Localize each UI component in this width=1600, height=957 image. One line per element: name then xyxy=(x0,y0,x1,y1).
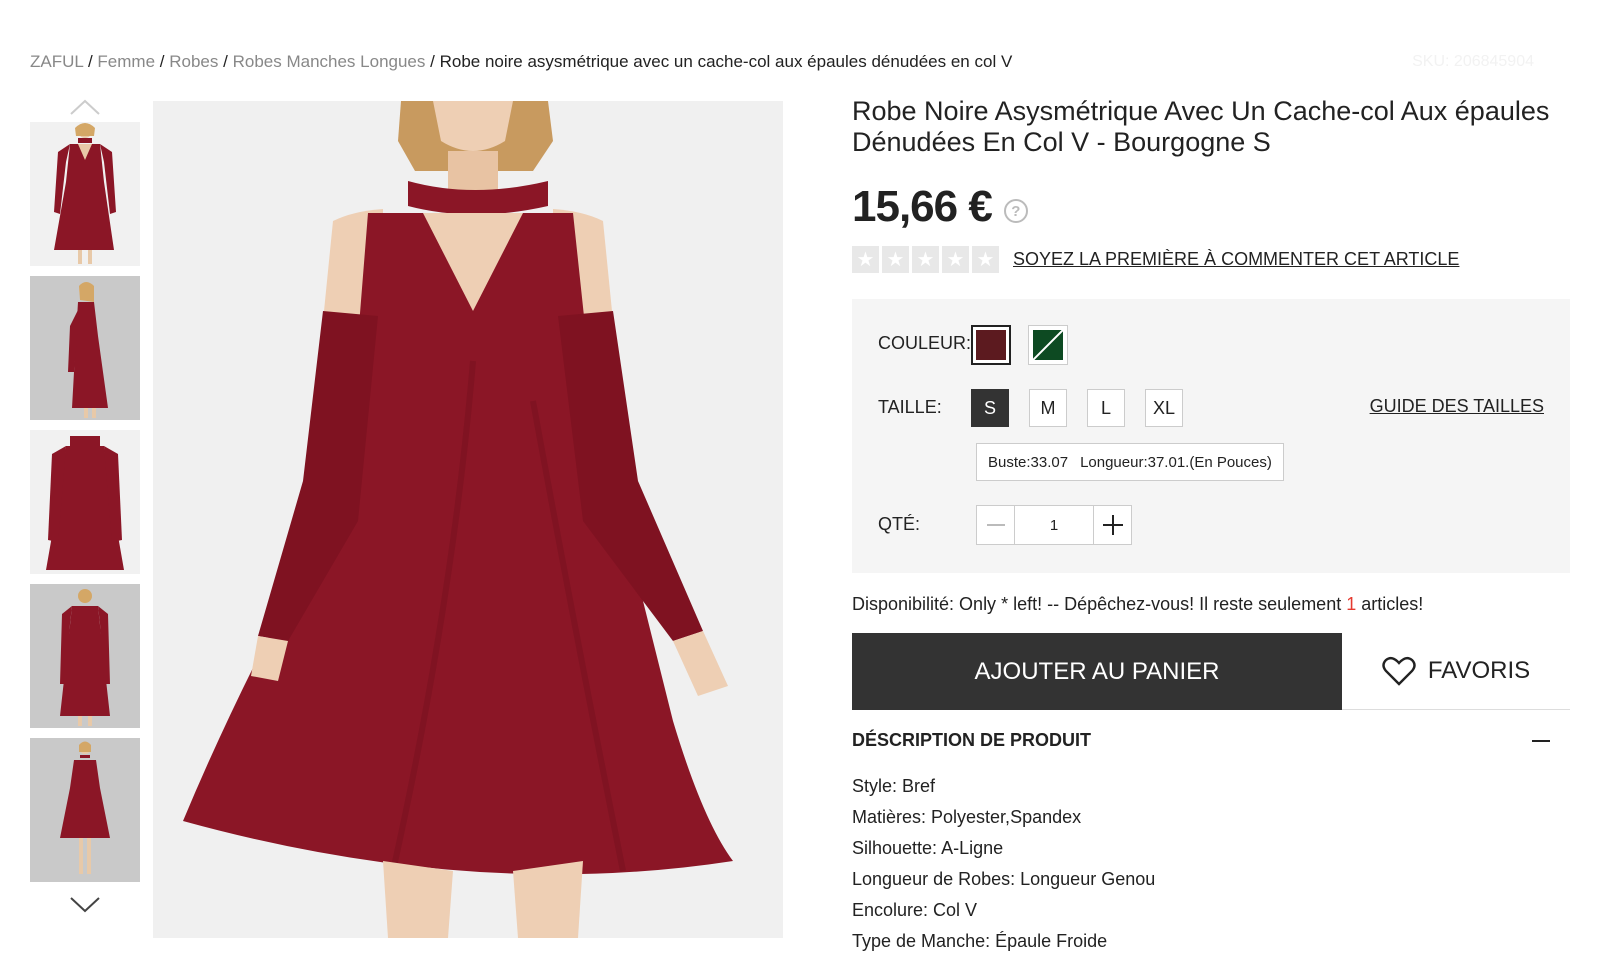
star-icon: ★ xyxy=(852,246,879,273)
sku-label: SKU: 206845904 xyxy=(1412,53,1534,70)
heart-icon xyxy=(1382,656,1416,686)
description-title: DÉSCRIPTION DE PRODUIT xyxy=(852,730,1092,750)
product-price: 15,66 € xyxy=(852,182,993,231)
breadcrumb-separator: / xyxy=(430,52,435,71)
add-to-cart-button[interactable]: AJOUTER AU PANIER xyxy=(852,633,1342,710)
color-swatch-fill xyxy=(976,330,1006,360)
star-icon: ★ xyxy=(972,246,999,273)
question-circle-icon[interactable]: ? xyxy=(1003,199,1028,223)
product-options-panel: COULEUR: TAILLE: S M L XL GUIDE DES TAIL… xyxy=(852,299,1570,573)
size-measurements: Buste:33.07 Longueur:37.01.(En Pouces) xyxy=(976,443,1284,481)
quantity-label: QTÉ: xyxy=(878,514,921,534)
availability-text: Disponibilité: Only * left! -- Dépêchez-… xyxy=(852,594,1570,615)
star-rating: ★ ★ ★ ★ ★ xyxy=(852,246,999,273)
color-label: COULEUR: xyxy=(878,333,972,353)
quantity-decrease-button[interactable] xyxy=(977,506,1015,544)
availability-count: 1 xyxy=(1346,594,1357,614)
thumbnail-2[interactable] xyxy=(30,276,140,420)
star-icon: ★ xyxy=(882,246,909,273)
star-icon: ★ xyxy=(942,246,969,273)
size-button-xl[interactable]: XL xyxy=(1145,389,1183,427)
dress-fullbody-thumbnail-image xyxy=(60,741,110,874)
breadcrumb: ZAFUL / Femme / Robes / Robes Manches Lo… xyxy=(30,52,1012,72)
size-button-s[interactable]: S xyxy=(971,389,1009,427)
breadcrumb-link-home[interactable]: ZAFUL xyxy=(30,52,83,71)
breadcrumb-link-femme[interactable]: Femme xyxy=(97,52,155,71)
dress-main-image xyxy=(153,101,783,938)
description-header[interactable]: DÉSCRIPTION DE PRODUIT xyxy=(852,730,1570,751)
quantity-increase-button[interactable] xyxy=(1093,506,1131,544)
favorites-label: FAVORIS xyxy=(1427,657,1531,684)
chevron-up-icon xyxy=(70,99,100,115)
chevron-down-icon xyxy=(70,897,100,913)
thumbnail-scroll-up[interactable] xyxy=(30,92,140,122)
description-item-silhouette: Silhouette: A-Ligne xyxy=(852,838,1004,858)
dress-side-thumbnail-image xyxy=(68,282,108,418)
thumbnail-3[interactable] xyxy=(30,430,140,574)
size-button-l[interactable]: L xyxy=(1087,389,1125,427)
breadcrumb-current: Robe noire asysmétrique avec un cache-co… xyxy=(439,52,1013,71)
write-review-link[interactable]: SOYEZ LA PREMIÈRE À COMMENTER CET ARTICL… xyxy=(1013,249,1459,270)
breadcrumb-separator: / xyxy=(223,52,228,71)
description-item-length: Longueur de Robes: Longueur Genou xyxy=(852,869,1156,889)
dress-flat-thumbnail-image xyxy=(46,436,124,570)
bust-measurement: Buste:33.07 xyxy=(988,453,1069,471)
product-title: Robe Noire Asysmétrique Avec Un Cache-co… xyxy=(852,96,1550,157)
quantity-input[interactable] xyxy=(1015,506,1093,544)
thumbnail-5[interactable] xyxy=(30,738,140,882)
breadcrumb-separator: / xyxy=(159,52,165,71)
color-swatch-bourgogne[interactable] xyxy=(971,325,1011,365)
cart-actions: AJOUTER AU PANIER FAVORIS xyxy=(852,633,1570,710)
thumbnail-4[interactable] xyxy=(30,584,140,728)
size-guide-link[interactable]: GUIDE DES TAILLES xyxy=(1370,396,1544,417)
thumbnail-scroll-down[interactable] xyxy=(30,890,140,920)
breadcrumb-link-robes[interactable]: Robes xyxy=(169,52,218,71)
thumbnail-gallery xyxy=(30,92,140,892)
length-measurement: Longueur:37.01.(En Pouces) xyxy=(1080,453,1272,471)
price-row: 15,66 € ? xyxy=(852,182,1570,232)
breadcrumb-separator: / xyxy=(87,52,93,71)
description-item-material: Matières: Polyester,Spandex xyxy=(852,807,1082,827)
dress-front-thumbnail-image xyxy=(54,123,116,264)
collapse-minus-icon[interactable] xyxy=(1532,739,1550,742)
dress-back-thumbnail-image xyxy=(60,589,110,726)
description-item-style: Style: Bref xyxy=(852,776,936,796)
favorites-button[interactable]: FAVORIS xyxy=(1342,633,1570,710)
quantity-stepper xyxy=(976,505,1132,545)
minus-icon xyxy=(986,524,1005,526)
description-list: Style: Bref Matières: Polyester,Spandex … xyxy=(852,771,1570,957)
color-swatch-green[interactable] xyxy=(1028,325,1068,365)
color-swatch-unavailable-fill xyxy=(1033,330,1063,360)
rating-row: ★ ★ ★ ★ ★ SOYEZ LA PREMIÈRE À COMMENTER … xyxy=(852,246,1570,273)
main-product-image[interactable] xyxy=(153,101,783,938)
plus-icon xyxy=(1102,515,1123,535)
size-button-m[interactable]: M xyxy=(1029,389,1067,427)
product-info: Robe Noire Asysmétrique Avec Un Cache-co… xyxy=(852,96,1570,957)
breadcrumb-link-robes-manches-longues[interactable]: Robes Manches Longues xyxy=(233,52,426,71)
size-label: TAILLE: xyxy=(878,397,942,417)
thumbnail-1[interactable] xyxy=(30,122,140,266)
description-item-sleeve: Type de Manche: Épaule Froide xyxy=(852,931,1108,951)
description-item-neckline: Encolure: Col V xyxy=(852,900,978,920)
availability-prefix: Disponibilité: Only * left! -- Dépêchez-… xyxy=(852,594,1342,614)
star-icon: ★ xyxy=(912,246,939,273)
availability-suffix: articles! xyxy=(1361,594,1424,614)
